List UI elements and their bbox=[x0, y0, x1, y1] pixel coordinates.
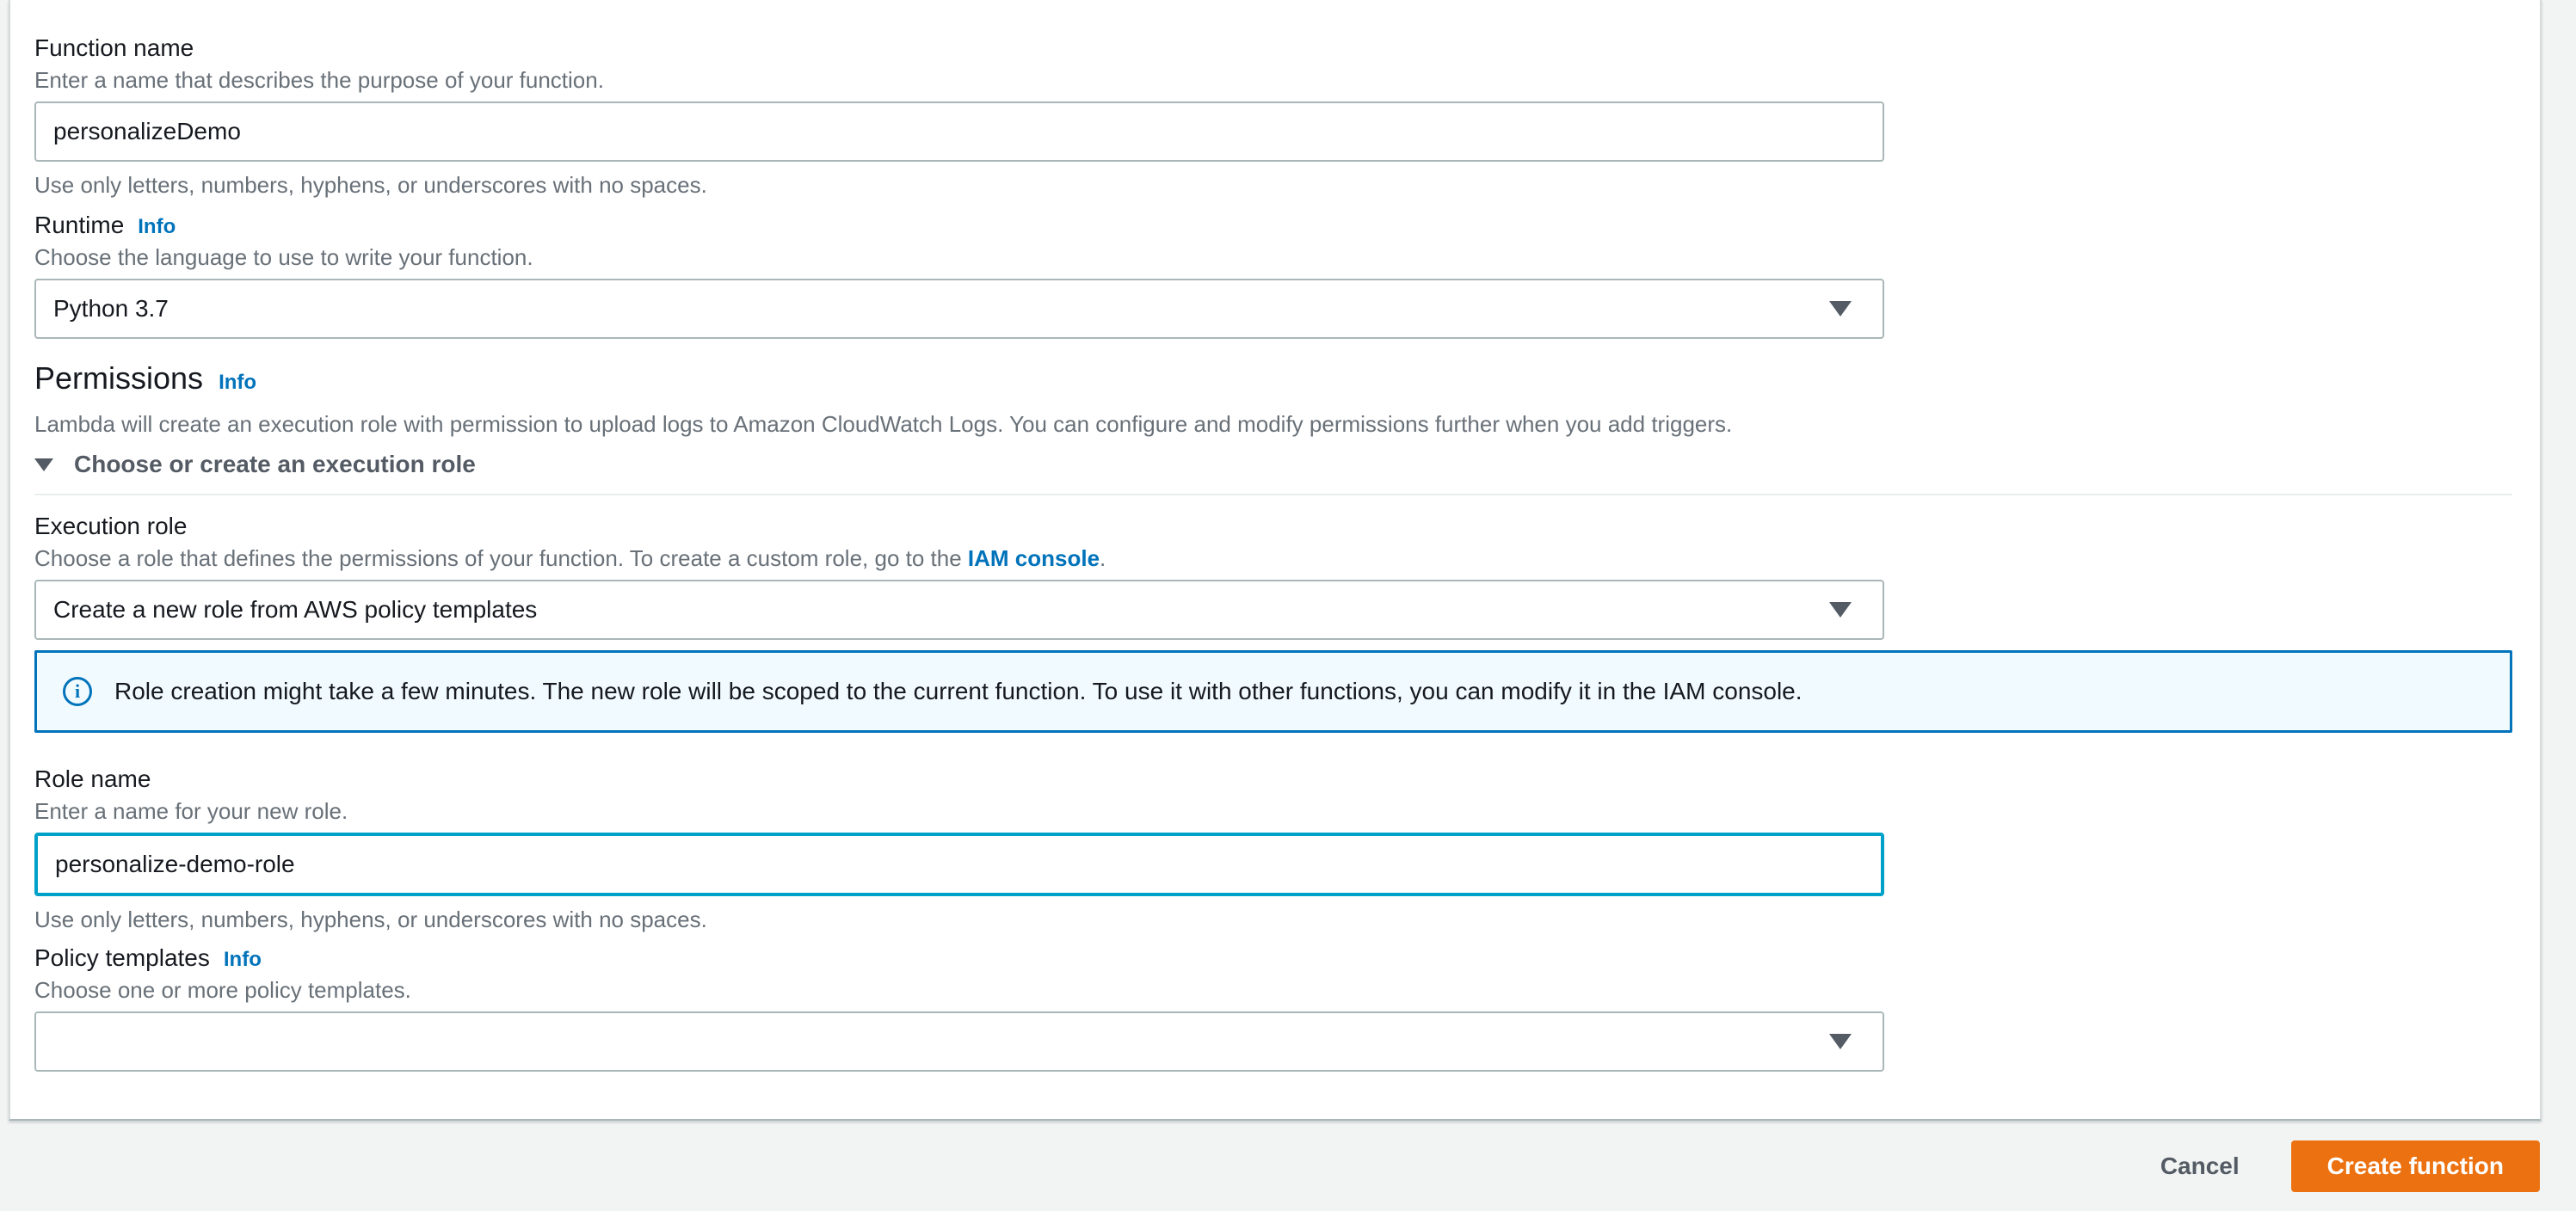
permissions-section: Permissions Info Lambda will create an e… bbox=[34, 360, 2512, 495]
policy-templates-label: Policy templates bbox=[34, 944, 210, 971]
chevron-down-icon bbox=[1829, 602, 1852, 618]
footer-action-bar: Cancel Create function bbox=[9, 1121, 2542, 1211]
create-function-page: Function name Enter a name that describe… bbox=[0, 0, 2576, 1211]
permissions-description: Lambda will create an execution role wit… bbox=[34, 411, 1733, 437]
permissions-info-link[interactable]: Info bbox=[219, 370, 256, 396]
chevron-down-icon bbox=[1829, 1034, 1852, 1049]
triangle-down-icon bbox=[34, 458, 53, 471]
execution-role-expander[interactable]: Choose or create an execution role bbox=[34, 449, 2512, 480]
policy-templates-info-link[interactable]: Info bbox=[224, 947, 262, 973]
iam-console-link[interactable]: IAM console bbox=[968, 545, 1100, 571]
role-creation-alert-text: Role creation might take a few minutes. … bbox=[114, 678, 1803, 704]
chevron-down-icon bbox=[1829, 301, 1852, 317]
permissions-header-row: Permissions Info bbox=[34, 360, 2512, 397]
runtime-info-link[interactable]: Info bbox=[138, 214, 176, 240]
execution-role-description-prefix: Choose a role that defines the permissio… bbox=[34, 545, 968, 571]
function-name-constraint: Use only letters, numbers, hyphens, or u… bbox=[34, 172, 707, 198]
execution-role-expander-label: Choose or create an execution role bbox=[74, 451, 476, 477]
runtime-label: Runtime bbox=[34, 212, 125, 238]
function-name-description: Enter a name that describes the purpose … bbox=[34, 67, 604, 93]
role-name-label: Role name bbox=[34, 765, 151, 792]
cancel-button[interactable]: Cancel bbox=[2160, 1153, 2240, 1180]
info-circle-icon: i bbox=[63, 677, 92, 706]
role-name-input[interactable] bbox=[34, 833, 1884, 896]
execution-role-group: Execution role Choose a role that define… bbox=[34, 511, 2512, 640]
execution-role-description: Choose a role that defines the permissio… bbox=[34, 544, 2512, 573]
function-name-input[interactable] bbox=[34, 101, 1884, 162]
policy-templates-label-row: Policy templates Info bbox=[34, 943, 2512, 974]
execution-role-description-suffix: . bbox=[1100, 545, 1106, 571]
execution-role-select[interactable]: Create a new role from AWS policy templa… bbox=[34, 580, 1884, 640]
role-name-group: Role name Enter a name for your new role… bbox=[34, 764, 2512, 934]
runtime-select[interactable]: Python 3.7 bbox=[34, 279, 1884, 339]
runtime-selected-value: Python 3.7 bbox=[53, 295, 169, 322]
role-creation-alert: i Role creation might take a few minutes… bbox=[34, 650, 2512, 733]
execution-role-selected-value: Create a new role from AWS policy templa… bbox=[53, 596, 538, 623]
policy-templates-select[interactable] bbox=[34, 1011, 1884, 1072]
runtime-description: Choose the language to use to write your… bbox=[34, 244, 533, 270]
role-creation-alert-wrapper: i Role creation might take a few minutes… bbox=[34, 650, 2512, 733]
role-name-constraint: Use only letters, numbers, hyphens, or u… bbox=[34, 907, 707, 932]
basic-information-panel: Function name Enter a name that describe… bbox=[9, 0, 2542, 1121]
permissions-section-title: Permissions bbox=[34, 360, 204, 396]
runtime-group: Runtime Info Choose the language to use … bbox=[34, 210, 2512, 339]
section-divider bbox=[34, 494, 2512, 495]
runtime-label-row: Runtime Info bbox=[34, 210, 2512, 241]
policy-templates-group: Policy templates Info Choose one or more… bbox=[34, 943, 2512, 1072]
policy-templates-description: Choose one or more policy templates. bbox=[34, 977, 411, 1003]
role-name-description: Enter a name for your new role. bbox=[34, 798, 348, 824]
function-name-label: Function name bbox=[34, 34, 194, 61]
function-name-group: Function name Enter a name that describe… bbox=[34, 33, 2512, 200]
create-function-button[interactable]: Create function bbox=[2290, 1140, 2540, 1192]
execution-role-label: Execution role bbox=[34, 513, 188, 539]
